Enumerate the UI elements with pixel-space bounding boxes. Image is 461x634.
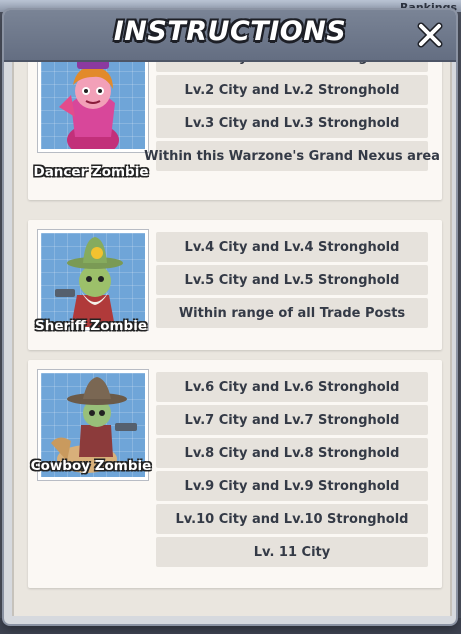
requirement-row: Lv.3 City and Lv.3 Stronghold	[156, 108, 428, 138]
zombie-name-dancer: Dancer Zombie	[33, 164, 149, 180]
requirement-row: Lv.2 City and Lv.2 Stronghold	[156, 75, 428, 105]
sheriff-zombie-portrait	[38, 230, 148, 330]
zombie-card-sheriff: Sheriff Zombie Lv.4 City and Lv.4 Strong…	[28, 220, 442, 350]
requirement-row: Within this Warzone's Grand Nexus area	[144, 141, 440, 171]
instructions-dialog: INSTRUCTIONS Dancer Zombie Lv.2 City and…	[4, 10, 456, 624]
requirement-row: Lv.7 City and Lv.7 Stronghold	[156, 405, 428, 435]
close-button[interactable]	[416, 21, 444, 49]
requirement-row: Within range of all Trade Posts	[156, 298, 428, 328]
requirement-row: Lv.5 City and Lv.5 Stronghold	[156, 265, 428, 295]
requirement-row: Lv.8 City and Lv.8 Stronghold	[156, 438, 428, 468]
zombie-name-sheriff: Sheriff Zombie	[35, 318, 147, 334]
requirement-row: Lv.10 City and Lv.10 Stronghold	[156, 504, 428, 534]
requirement-row: Lv.6 City and Lv.6 Stronghold	[156, 372, 428, 402]
requirement-row: Lv.1 City and Lv.1 Stronghold	[156, 62, 428, 72]
instructions-scroll-area[interactable]: Dancer Zombie Lv.1 City and Lv.1 Strongh…	[12, 62, 452, 616]
zombie-card-dancer: Dancer Zombie Lv.1 City and Lv.1 Strongh…	[28, 62, 442, 200]
zombie-card-cowboy: Cowboy Zombie Lv.6 City and Lv.6 Strongh…	[28, 360, 442, 588]
dialog-header: INSTRUCTIONS	[4, 10, 456, 62]
dialog-title: INSTRUCTIONS	[113, 16, 347, 47]
dancer-zombie-portrait	[38, 62, 148, 152]
sheriff-zombie-icon	[55, 237, 123, 327]
requirement-row: Lv.4 City and Lv.4 Stronghold	[156, 232, 428, 262]
requirement-row: Lv. 11 City	[156, 537, 428, 567]
close-x-icon	[417, 22, 443, 48]
dancer-zombie-icon	[59, 62, 119, 149]
requirement-row: Lv.9 City and Lv.9 Stronghold	[156, 471, 428, 501]
zombie-name-cowboy: Cowboy Zombie	[30, 458, 152, 474]
